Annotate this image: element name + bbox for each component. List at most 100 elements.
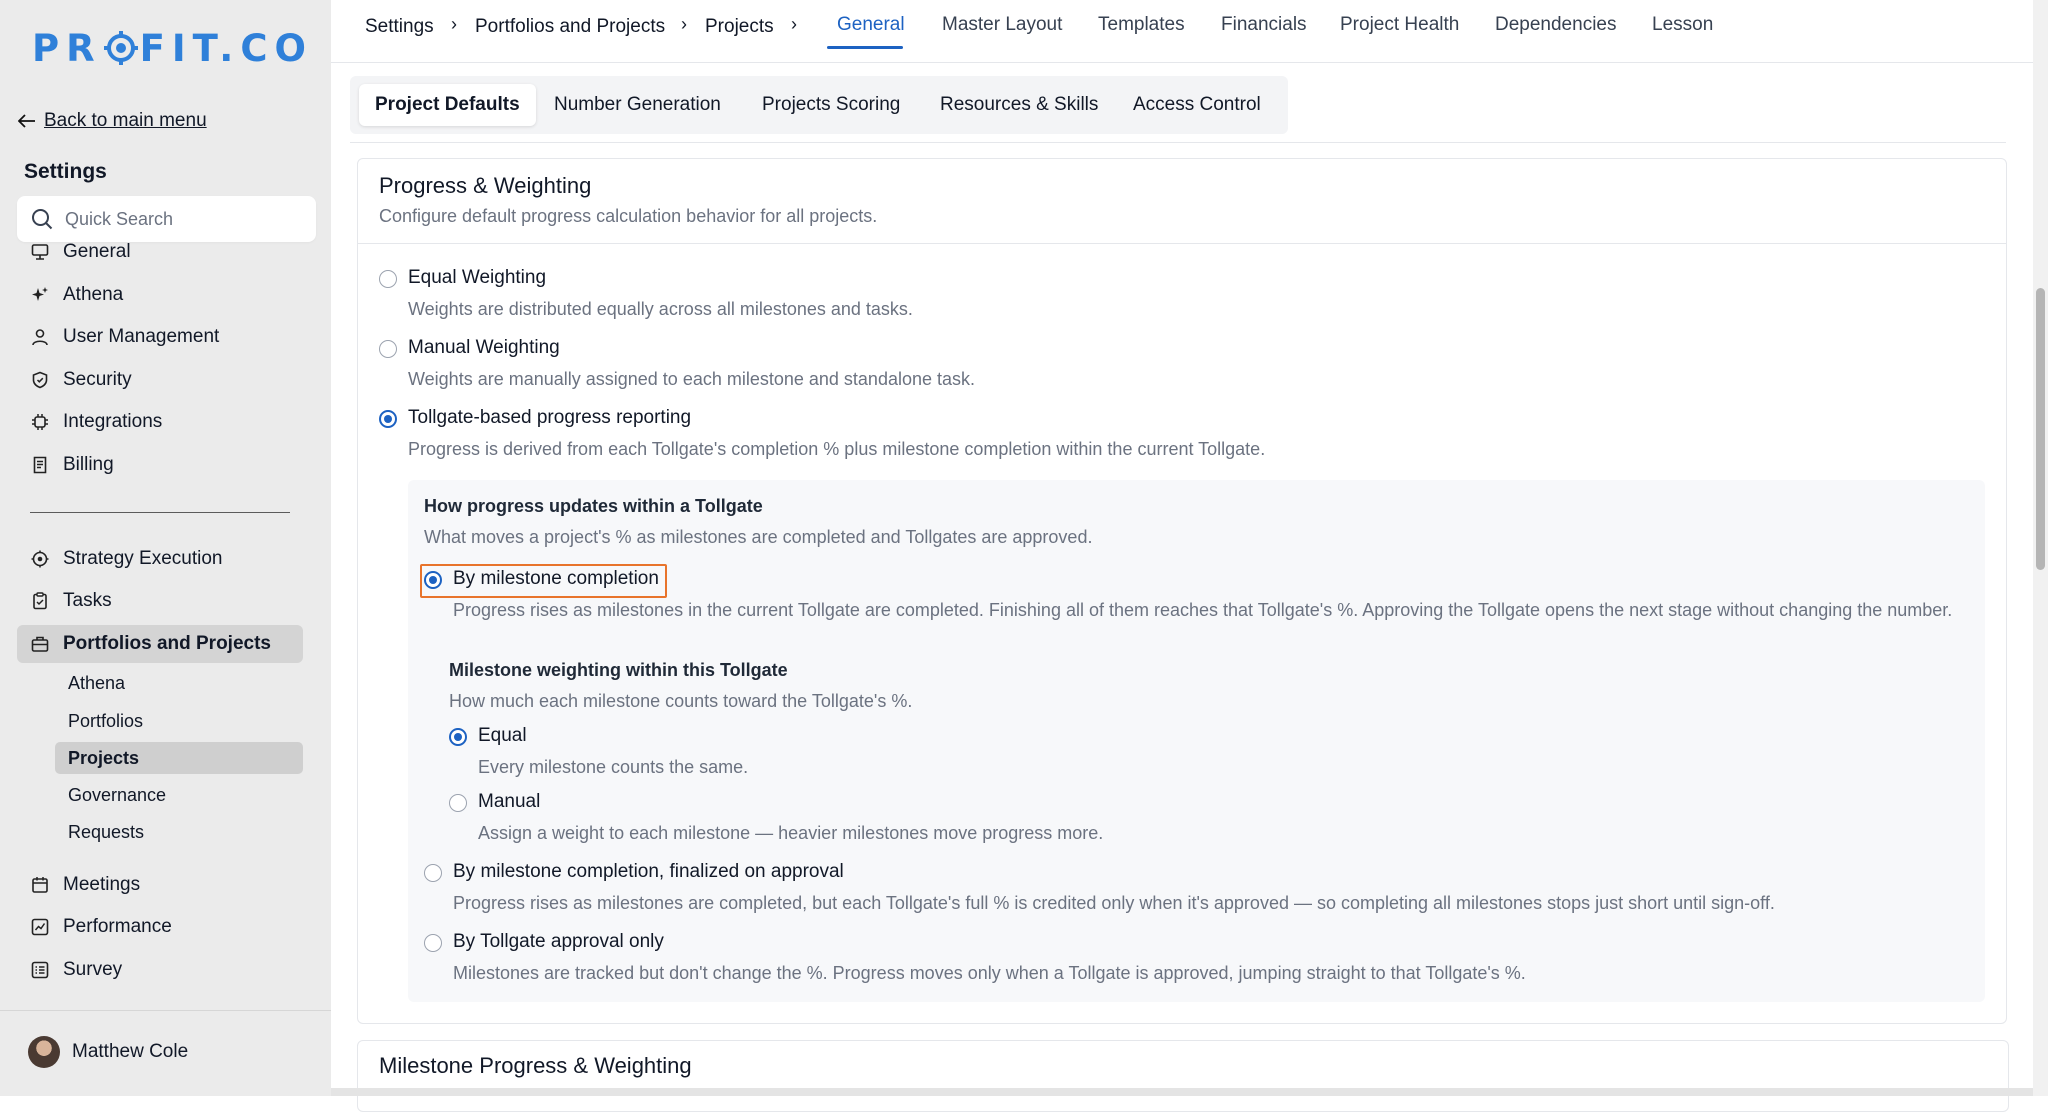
logo-text-right: FIT.CO [139,26,313,70]
subtab-bar: Project Defaults Number Generation Proje… [350,76,2006,143]
radio-manual-weighting[interactable] [379,340,397,358]
sidebar-item-label: Billing [63,454,114,475]
sidebar-item-label: Meetings [63,874,141,895]
shield-icon [32,371,48,389]
sidebar-subitem-governance[interactable]: Governance [55,779,303,811]
subtab-resources-skills[interactable]: Resources & Skills [924,84,1114,126]
active-tab-underline [827,46,903,49]
tab-lesson[interactable]: Lesson [1652,14,1713,36]
option-description: Assign a weight to each milestone — heav… [478,823,1104,843]
focus-highlight [420,564,667,598]
sidebar-item-tasks[interactable]: Tasks [17,582,303,620]
option-description: Progress rises as milestones are complet… [453,893,1775,913]
quick-search-input[interactable] [63,207,297,231]
receipt-icon [33,456,47,474]
sidebar-item-label: User Management [63,326,220,347]
sparkle-icon [32,287,48,301]
monitor-icon [31,244,49,260]
tab-master-layout[interactable]: Master Layout [942,14,1062,36]
breadcrumb-portfolios-and-projects[interactable]: Portfolios and Projects [475,16,665,38]
sidebar-item-security[interactable]: Security [17,361,303,399]
milestone-weighting-heading: Milestone weighting within this Tollgate [449,660,788,680]
breadcrumb-separator-icon: › [451,14,457,34]
sidebar-subitem-projects[interactable]: Projects [55,742,303,774]
tollgate-subheading: What moves a project's % as milestones a… [424,527,1093,547]
sidebar-item-label: Integrations [63,411,163,432]
section-description: Configure default progress calculation b… [379,206,878,226]
option-label: Manual [478,791,541,812]
tab-general[interactable]: General [837,14,905,36]
sidebar-item-billing[interactable]: Billing [17,446,303,484]
section-title: Progress & Weighting [379,173,592,198]
option-description: Progress is derived from each Tollgate's… [408,439,1266,459]
clipboard-icon [33,592,47,610]
milestone-weighting-sub: How much each milestone counts toward th… [449,691,913,711]
radio-tollgate-based-progress[interactable] [379,410,397,428]
sidebar-divider [30,512,290,513]
subtab-group: Project Defaults Number Generation Proje… [350,76,1288,134]
tollgate-heading: How progress updates within a Tollgate [424,496,763,516]
radio-weighting-equal[interactable] [449,728,467,746]
back-to-main-menu-link[interactable]: Back to main menu [18,110,207,132]
sidebar-item-performance[interactable]: Performance [17,908,303,946]
back-link-label: Back to main menu [44,110,207,131]
radio-finalized-on-approval[interactable] [424,864,442,882]
tab-dependencies[interactable]: Dependencies [1495,14,1616,36]
arrow-left-icon [18,114,35,128]
option-description: Every milestone counts the same. [478,757,749,777]
bottom-edge [331,1088,2033,1096]
calendar-icon [32,877,48,893]
radio-equal-weighting[interactable] [379,270,397,288]
scrollbar-thumb[interactable] [2036,288,2045,570]
breadcrumb-separator-icon: › [791,14,797,34]
user-name: Matthew Cole [72,1041,189,1062]
tollgate-settings-panel: How progress updates within a Tollgate W… [408,480,1985,1002]
sidebar-item-integrations[interactable]: Integrations [17,403,303,441]
sidebar-subitem-requests[interactable]: Requests [55,816,303,848]
sidebar-item-label: Security [63,369,132,390]
sidebar-item-meetings[interactable]: Meetings [17,866,303,904]
tab-project-health[interactable]: Project Health [1340,14,1459,36]
sidebar-item-label: Performance [63,916,172,937]
search-icon [32,209,53,230]
target-icon [31,550,49,568]
subtab-number-generation[interactable]: Number Generation [538,84,737,126]
tab-financials[interactable]: Financials [1221,14,1307,36]
option-label: Manual Weighting [408,337,560,358]
user-divider [0,1010,331,1011]
sidebar-item-athena[interactable]: Athena [17,276,303,314]
breadcrumb-projects[interactable]: Projects [705,16,774,38]
tab-templates[interactable]: Templates [1098,14,1185,36]
top-navigation: Settings › Portfolios and Projects › Pro… [331,0,2033,63]
subtab-projects-scoring[interactable]: Projects Scoring [746,84,916,126]
sidebar-item-label: Portfolios and Projects [63,633,271,654]
sidebar: PR FIT.CO Back to main menu Settings Gen… [0,0,331,1096]
breadcrumb-settings[interactable]: Settings [365,16,434,38]
chip-icon [32,414,48,430]
sidebar-item-strategy-execution[interactable]: Strategy Execution [17,540,303,578]
user-profile[interactable]: Matthew Cole [28,1036,188,1068]
breadcrumb-separator-icon: › [681,14,687,34]
subtab-project-defaults[interactable]: Project Defaults [359,84,536,126]
sidebar-item-label: Survey [63,959,123,980]
sidebar-item-label: General [63,241,131,262]
sidebar-item-general[interactable]: General [17,233,303,271]
sidebar-item-label: Athena [63,284,124,305]
option-description: Weights are distributed equally across a… [408,299,913,319]
radio-tollgate-approval-only[interactable] [424,934,442,952]
scrollbar[interactable] [2033,0,2048,1096]
option-label: Equal [478,725,527,746]
sidebar-subitem-athena[interactable]: Athena [55,667,303,699]
sidebar-item-survey[interactable]: Survey [17,951,303,989]
radio-weighting-manual[interactable] [449,794,467,812]
option-label: By milestone completion, finalized on ap… [453,861,844,882]
sidebar-title: Settings [24,160,107,183]
profit-logo[interactable]: PR FIT.CO [32,26,313,70]
sidebar-subitem-portfolios[interactable]: Portfolios [55,705,303,737]
option-description: Milestones are tracked but don't change … [453,963,1526,983]
user-icon [32,329,48,346]
sidebar-item-portfolios-and-projects[interactable]: Portfolios and Projects [17,625,303,663]
sidebar-item-user-management[interactable]: User Management [17,318,303,356]
briefcase-icon [31,636,49,652]
subtab-access-control[interactable]: Access Control [1117,84,1277,126]
